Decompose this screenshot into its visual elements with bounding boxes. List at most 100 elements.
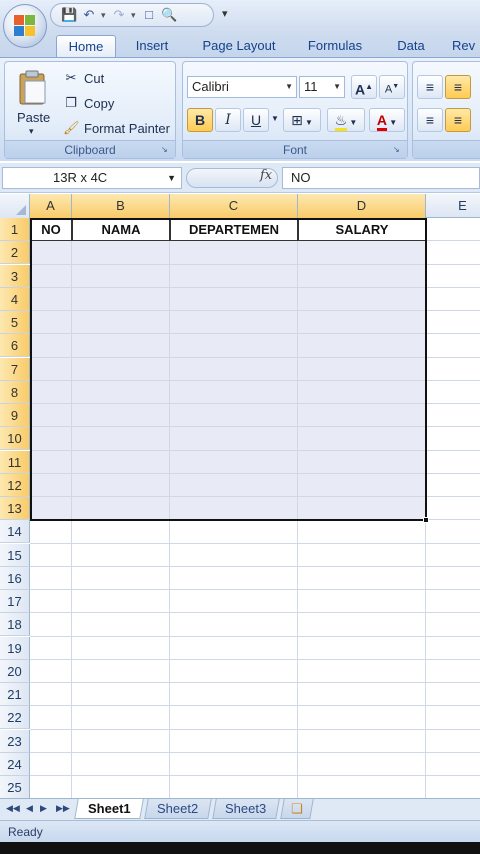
row-header[interactable]: 23 bbox=[0, 729, 30, 753]
row-header[interactable]: 6 bbox=[0, 334, 30, 358]
grid-cell[interactable] bbox=[72, 752, 170, 776]
row-header[interactable]: 16 bbox=[0, 566, 30, 590]
underline-button[interactable]: U bbox=[243, 108, 269, 132]
table-cell[interactable] bbox=[30, 404, 72, 428]
customize-qat-icon[interactable]: ▾ bbox=[222, 7, 228, 20]
office-button[interactable] bbox=[3, 4, 47, 48]
column-header-d[interactable]: D bbox=[298, 194, 426, 218]
grid-cell[interactable] bbox=[170, 683, 298, 707]
table-cell[interactable] bbox=[30, 287, 72, 311]
grid-cell[interactable] bbox=[426, 311, 480, 335]
grid-cell[interactable] bbox=[72, 683, 170, 707]
table-cell[interactable] bbox=[170, 287, 298, 311]
grid-cell[interactable] bbox=[426, 404, 480, 428]
format-painter-button[interactable]: 🖌 Format Painter bbox=[63, 120, 170, 136]
row-header[interactable]: 5 bbox=[0, 311, 30, 334]
grid-cell[interactable] bbox=[30, 729, 72, 753]
grid-cell[interactable] bbox=[298, 729, 426, 753]
font-size-select[interactable]: 11 ▼ bbox=[299, 76, 345, 98]
grid-cell[interactable] bbox=[30, 659, 72, 683]
table-cell[interactable] bbox=[30, 334, 72, 358]
row-header[interactable]: 7 bbox=[0, 357, 30, 381]
grid-cell[interactable] bbox=[72, 566, 170, 590]
grid-cell[interactable] bbox=[170, 520, 298, 544]
table-cell[interactable] bbox=[72, 264, 170, 288]
grid-cell[interactable] bbox=[426, 566, 480, 590]
sheet-tab-sheet1[interactable]: Sheet1 bbox=[74, 799, 144, 819]
align-center-icon[interactable]: ≡ bbox=[445, 108, 471, 132]
row-header[interactable]: 22 bbox=[0, 706, 30, 730]
grid-cell[interactable] bbox=[298, 752, 426, 776]
table-cell[interactable] bbox=[298, 380, 426, 404]
table-cell[interactable] bbox=[72, 334, 170, 358]
align-top-icon[interactable]: ≡ bbox=[417, 75, 443, 99]
grid-cell[interactable] bbox=[72, 706, 170, 730]
row-header[interactable]: 25 bbox=[0, 776, 30, 799]
table-cell[interactable] bbox=[170, 334, 298, 358]
table-cell[interactable] bbox=[298, 473, 426, 497]
underline-dropdown-icon[interactable]: ▼ bbox=[269, 108, 281, 132]
table-cell[interactable] bbox=[72, 473, 170, 497]
grid-cell[interactable] bbox=[72, 776, 170, 800]
grid-cell[interactable] bbox=[72, 729, 170, 753]
copy-button[interactable]: ❐ Copy bbox=[63, 95, 114, 111]
grid-cell[interactable] bbox=[426, 264, 480, 288]
table-cell[interactable] bbox=[170, 264, 298, 288]
row-header[interactable]: 13 bbox=[0, 497, 30, 520]
table-cell[interactable] bbox=[298, 334, 426, 358]
grid-cell[interactable] bbox=[426, 473, 480, 497]
grid-cell[interactable] bbox=[30, 566, 72, 590]
table-cell[interactable] bbox=[30, 264, 72, 288]
column-header-b[interactable]: B bbox=[72, 194, 170, 218]
paste-dropdown-icon[interactable]: ▾ bbox=[29, 126, 34, 137]
grid-cell[interactable] bbox=[30, 752, 72, 776]
row-header[interactable]: 11 bbox=[0, 450, 30, 474]
table-cell[interactable] bbox=[170, 311, 298, 335]
grid-cell[interactable] bbox=[170, 706, 298, 730]
formula-input[interactable]: NO bbox=[282, 167, 480, 189]
next-sheet-icon[interactable]: ▶ bbox=[40, 803, 47, 814]
tab-page-layout[interactable]: Page Layout bbox=[196, 35, 282, 58]
grid-cell[interactable] bbox=[298, 590, 426, 614]
italic-button[interactable]: I bbox=[215, 108, 241, 132]
table-cell[interactable] bbox=[72, 287, 170, 311]
table-cell[interactable] bbox=[72, 404, 170, 428]
grid-cell[interactable] bbox=[170, 776, 298, 800]
select-all-button[interactable] bbox=[0, 194, 30, 218]
align-middle-icon[interactable]: ≡ bbox=[445, 75, 471, 99]
grid-cell[interactable] bbox=[170, 659, 298, 683]
grid-cell[interactable] bbox=[426, 241, 480, 265]
table-cell[interactable] bbox=[72, 311, 170, 335]
grid-cell[interactable] bbox=[298, 636, 426, 660]
redo-dropdown-icon[interactable]: ▾ bbox=[131, 10, 137, 21]
clipboard-launcher-icon[interactable]: ↘ bbox=[161, 145, 171, 155]
grid-cell[interactable] bbox=[426, 613, 480, 637]
table-cell[interactable] bbox=[170, 404, 298, 428]
table-cell[interactable] bbox=[30, 450, 72, 474]
grid-cell[interactable] bbox=[30, 520, 72, 544]
grid-cell[interactable] bbox=[30, 706, 72, 730]
grid-cell[interactable] bbox=[426, 776, 480, 800]
table-cell[interactable] bbox=[170, 497, 298, 521]
grid-cell[interactable] bbox=[426, 218, 480, 242]
grid-cell[interactable] bbox=[426, 380, 480, 404]
chevron-down-icon[interactable]: ▼ bbox=[167, 168, 176, 188]
table-cell[interactable] bbox=[72, 241, 170, 265]
row-header[interactable]: 3 bbox=[0, 264, 30, 288]
table-cell[interactable] bbox=[298, 241, 426, 265]
undo-dropdown-icon[interactable]: ▾ bbox=[101, 10, 107, 21]
grid-cell[interactable] bbox=[170, 613, 298, 637]
column-header-a[interactable]: A bbox=[30, 194, 72, 218]
table-cell[interactable] bbox=[170, 450, 298, 474]
cut-button[interactable]: ✂ Cut bbox=[63, 70, 105, 86]
grid-cell[interactable] bbox=[30, 613, 72, 637]
table-cell[interactable] bbox=[170, 380, 298, 404]
grid-cell[interactable] bbox=[426, 706, 480, 730]
grid-cell[interactable] bbox=[298, 613, 426, 637]
row-header[interactable]: 10 bbox=[0, 427, 30, 451]
grid-cell[interactable] bbox=[170, 543, 298, 567]
row-header[interactable]: 1 bbox=[0, 218, 30, 241]
print-preview-icon[interactable]: 🔍 bbox=[161, 7, 177, 23]
tab-data[interactable]: Data bbox=[390, 35, 432, 58]
font-color-button[interactable]: A ▼ bbox=[369, 108, 405, 132]
